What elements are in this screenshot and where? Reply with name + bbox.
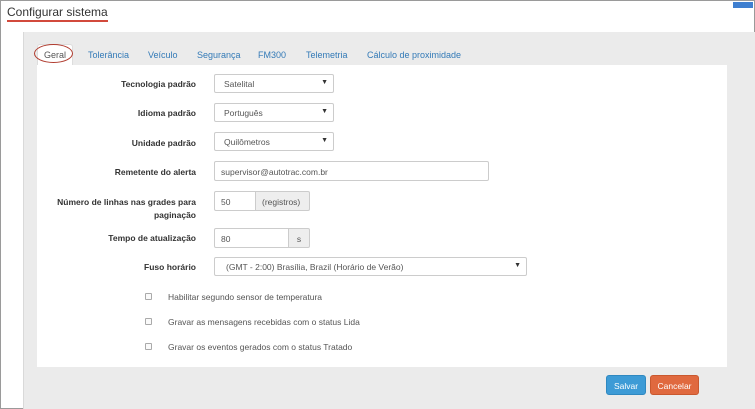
second-temp-sensor-label: Habilitar segundo sensor de temperatura	[168, 292, 323, 302]
refresh-value: 80	[221, 234, 231, 244]
refresh-addon: s	[289, 228, 310, 248]
unit-value: Quilômetros	[224, 137, 270, 147]
technology-label: Tecnologia padrão	[121, 79, 196, 89]
unit-select[interactable]: Quilômetros ▼	[214, 132, 334, 151]
grid-lines-label-line2: paginação	[153, 210, 196, 220]
caret-down-icon: ▼	[514, 262, 521, 269]
tab-seguranca[interactable]: Segurança	[197, 50, 241, 60]
messages-read-checkbox[interactable]	[145, 318, 152, 325]
tab-bar: Geral Tolerância Veículo Segurança FM300…	[34, 44, 727, 65]
cancel-button[interactable]: Cancelar	[650, 375, 699, 395]
sender-label: Remetente do alerta	[114, 167, 196, 177]
caret-down-icon: ▼	[321, 137, 328, 144]
messages-read-label: Gravar as mensagens recebidas com o stat…	[168, 317, 360, 327]
second-temp-sensor-checkbox[interactable]	[145, 293, 152, 300]
events-treated-label: Gravar os eventos gerados com o status T…	[168, 342, 353, 352]
settings-panel: Tecnologia padrão Satelital ▼ Idioma pad…	[37, 65, 727, 367]
refresh-input[interactable]: 80	[214, 228, 289, 248]
tab-tolerancia[interactable]: Tolerância	[88, 50, 129, 60]
grid-lines-addon: (registros)	[256, 191, 310, 211]
corner-badge[interactable]	[733, 2, 753, 8]
grid-lines-label: Número de linhas nas grades para paginaç…	[46, 196, 196, 222]
unit-label: Unidade padrão	[131, 138, 196, 148]
tab-veiculo[interactable]: Veículo	[148, 50, 178, 60]
tab-fm300[interactable]: FM300	[258, 50, 286, 60]
language-label: Idioma padrão	[137, 108, 196, 118]
page-title: Configurar sistema	[7, 5, 108, 22]
window-frame: Configurar sistema Geral Tolerância Veíc…	[0, 0, 755, 409]
tab-geral[interactable]: Geral	[37, 44, 74, 65]
caret-down-icon: ▼	[321, 108, 328, 115]
sender-input[interactable]: supervisor@autotrac.com.br	[214, 161, 489, 181]
tab-label: Geral	[44, 50, 67, 60]
language-select[interactable]: Português ▼	[214, 103, 334, 122]
tab-calculo-proximidade[interactable]: Cálculo de proximidade	[367, 50, 461, 60]
timezone-label: Fuso horário	[144, 262, 196, 272]
grid-lines-label-line1: Número de linhas nas grades para	[57, 197, 196, 207]
sender-value: supervisor@autotrac.com.br	[221, 167, 328, 177]
events-treated-checkbox[interactable]	[145, 343, 152, 350]
timezone-select[interactable]: (GMT - 2:00) Brasília, Brazil (Horário d…	[214, 257, 527, 276]
tab-telemetria[interactable]: Telemetria	[306, 50, 348, 60]
save-button[interactable]: Salvar	[606, 375, 646, 395]
language-value: Português	[224, 108, 263, 118]
refresh-label: Tempo de atualização	[108, 233, 196, 243]
technology-select[interactable]: Satelital ▼	[214, 74, 334, 93]
technology-value: Satelital	[224, 79, 255, 89]
grid-lines-value: 50	[221, 197, 231, 207]
timezone-value: (GMT - 2:00) Brasília, Brazil (Horário d…	[226, 262, 404, 272]
grid-lines-input[interactable]: 50	[214, 191, 256, 211]
caret-down-icon: ▼	[321, 79, 328, 86]
